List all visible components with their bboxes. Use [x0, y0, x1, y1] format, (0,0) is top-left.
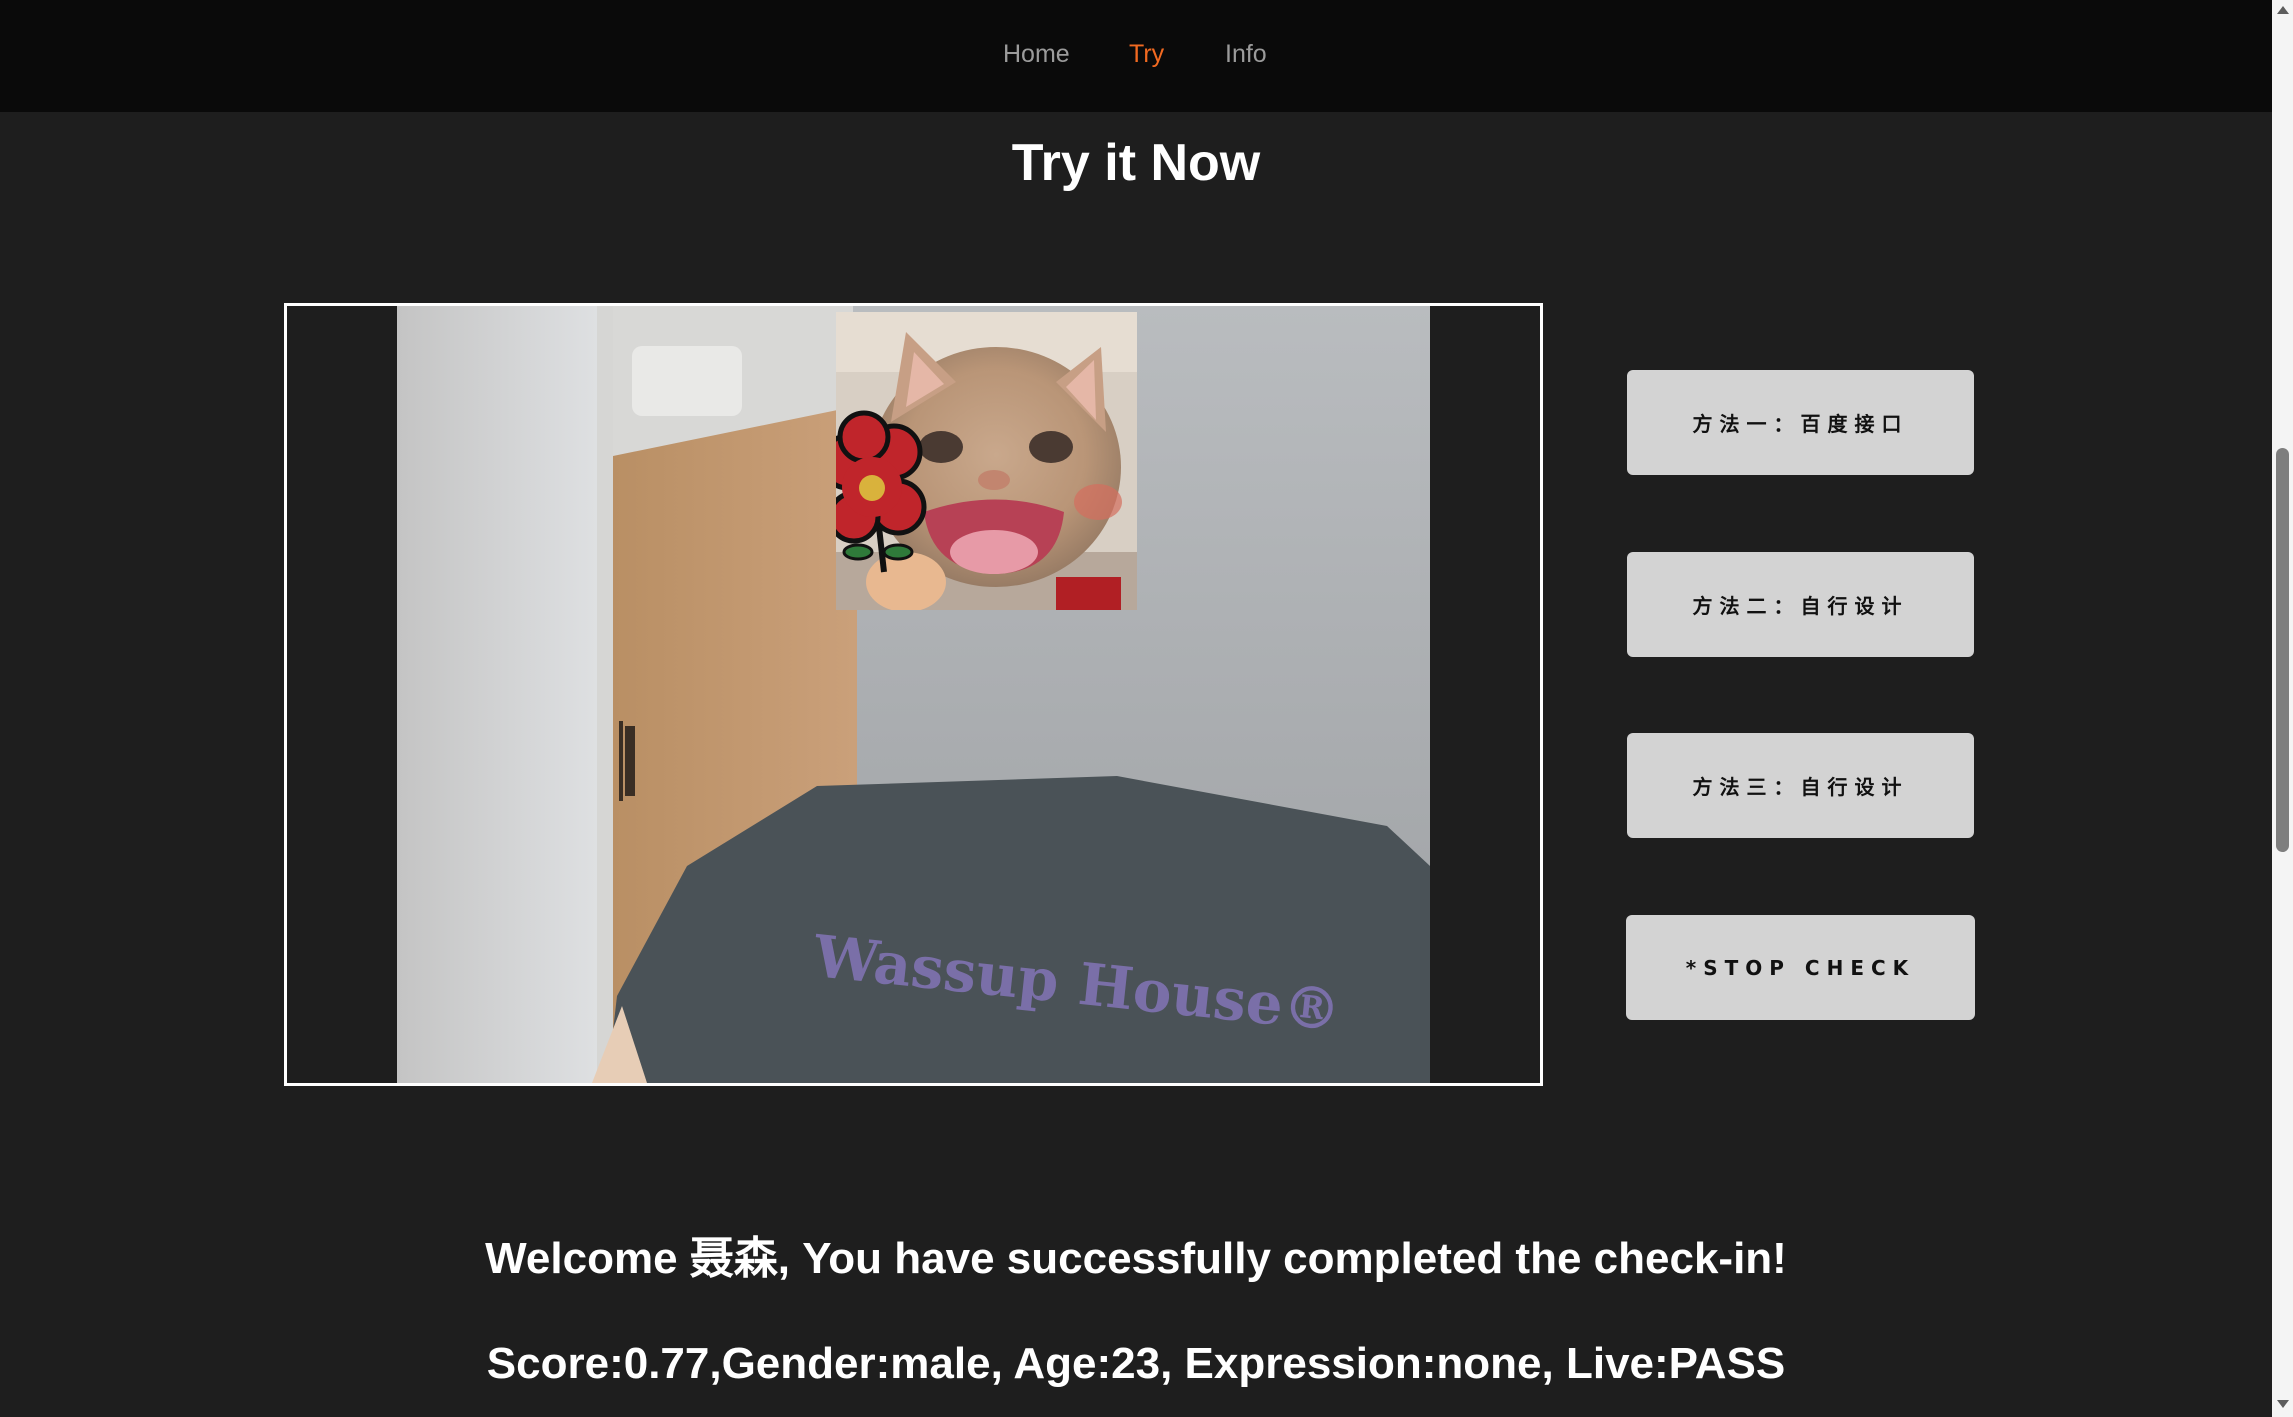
check-in-result-details: Score:0.77,Gender:male, Age:23, Expressi… — [486, 1339, 1786, 1388]
camera-frame: Wassup House® — [284, 303, 1543, 1086]
welcome-message: Welcome 聂森, You have successfully comple… — [485, 1234, 1787, 1283]
camera-feed: Wassup House® — [397, 306, 1430, 1083]
nav-home-link[interactable]: Home — [1003, 34, 1070, 74]
scrollbar-thumb[interactable] — [2276, 448, 2289, 852]
top-navbar: Home Try Info — [0, 0, 2272, 112]
nav-try-link[interactable]: Try — [1129, 34, 1164, 74]
page-scrollbar[interactable] — [2272, 0, 2293, 1417]
method-3-custom-design-button[interactable]: 方法三：自行设计 — [1627, 733, 1974, 838]
method-1-baidu-api-button[interactable]: 方法一：百度接口 — [1627, 370, 1974, 475]
page: Home Try Info Try it Now Wassup House® 方… — [0, 0, 2293, 1417]
nav-info-link[interactable]: Info — [1225, 34, 1267, 74]
cat-face-sticker — [836, 312, 1137, 610]
nav-links: Home Try Info — [0, 34, 2272, 74]
page-title: Try it Now — [1011, 134, 1261, 192]
method-2-custom-design-button[interactable]: 方法二：自行设计 — [1627, 552, 1974, 657]
scroll-down-arrow-icon[interactable] — [2277, 1400, 2289, 1408]
scroll-up-arrow-icon[interactable] — [2277, 6, 2289, 14]
stop-check-button[interactable]: *STOP CHECK — [1626, 915, 1975, 1020]
